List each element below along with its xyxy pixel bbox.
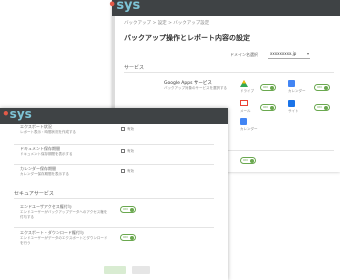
document-retention-checkbox[interactable] (121, 149, 125, 153)
calendar-retention-checkbox[interactable] (121, 169, 125, 173)
report-item-desc: レポート表示・時間状況を作成する (20, 130, 76, 134)
export-status-checkbox-label: 有効 (127, 127, 134, 131)
calendar-toggle[interactable]: ON (314, 84, 330, 91)
mail-toggle[interactable]: ON (260, 104, 276, 111)
back-topbar (112, 0, 340, 16)
service-mail: メール ON (240, 100, 280, 118)
google-drive-icon (240, 80, 248, 87)
google-calendar-icon (288, 80, 295, 87)
sites-toggle-label: ON (317, 105, 322, 109)
report-item-export-status: エクスポート状況 レポート表示・時間状況を作成する 有効 (14, 124, 224, 142)
service-sites: サイト ON (288, 100, 332, 118)
enduser-access-toggle-label: ON (123, 207, 128, 211)
report-item-title: カレンダー保存期間 (20, 166, 56, 171)
back-bottom-toggle[interactable]: ON (240, 157, 256, 164)
secure-section-title: セキュアサービス (14, 191, 54, 197)
domain-select[interactable]: xxxxxxxxx.jp ▾ (268, 50, 310, 59)
front-topbar (0, 108, 228, 124)
service-calendar-label: カレンダー (288, 89, 306, 93)
secure-item-divider (14, 227, 214, 228)
save-button[interactable] (104, 266, 126, 274)
toggle-knob (130, 236, 134, 240)
secure-divider (14, 198, 214, 199)
drive-toggle-label: ON (263, 85, 268, 89)
toggle-knob (324, 86, 328, 90)
back-logo[interactable]: •sys (108, 0, 140, 13)
domain-label: ドメイン名選択 (230, 52, 258, 57)
service-sites-label: サイト (288, 109, 299, 113)
secure-item-desc: エンドユーザーがデータのエクスポートとダウンロードを行う (20, 236, 108, 245)
secure-item-desc: エンドユーザーがバックアップデータへのアクセス権を付与する (20, 210, 108, 219)
front-logo[interactable]: •sys (2, 107, 32, 121)
report-item-desc: ドキュメント保存期間を表示する (20, 152, 73, 156)
report-item-title: エクスポート状況 (20, 124, 52, 129)
domain-select-value: xxxxxxxxx.jp (270, 51, 297, 56)
back-bottom-toggle-label: ON (243, 158, 248, 162)
calendar-toggle-label: ON (317, 85, 322, 89)
report-divider (14, 164, 214, 165)
breadcrumb-item-settings[interactable]: 設定 (158, 21, 167, 26)
export-status-checkbox[interactable] (121, 127, 125, 131)
secure-item-title: エクスポート・ダウンロード権付与 (20, 230, 84, 235)
export-download-toggle-label: ON (123, 235, 128, 239)
service-calendar: カレンダー ON (288, 80, 332, 98)
sites-toggle[interactable]: ON (314, 104, 330, 111)
page-title: バックアップ操作とレポート内容の設定 (124, 34, 250, 42)
service-calendar-2: カレンダー (240, 118, 280, 136)
report-item-calendar-retention: カレンダー保存期間 カレンダー保存期間を表示する 有効 (14, 166, 224, 184)
cancel-button[interactable] (132, 266, 150, 274)
secure-item-enduser-access: エンドユーザアクセス権付与 エンドユーザーがバックアップデータへのアクセス権を付… (14, 204, 224, 226)
google-apps-desc: バックアップ対象のサービスを選択する (164, 86, 227, 90)
export-download-toggle[interactable]: ON (120, 234, 136, 241)
service-drive-label: ドライブ (240, 89, 254, 93)
logo-dot-icon: • (2, 107, 10, 121)
report-item-desc: カレンダー保存期間を表示する (20, 172, 69, 176)
report-divider (14, 144, 214, 145)
toggle-knob (270, 106, 274, 110)
report-item-document-retention: ドキュメント保存期間 ドキュメント保存期間を表示する 有効 (14, 146, 224, 164)
service-mail-label: メール (240, 109, 251, 113)
enduser-access-toggle[interactable]: ON (120, 206, 136, 213)
chevron-down-icon: ▾ (306, 51, 309, 56)
document-retention-checkbox-label: 有効 (127, 149, 134, 153)
toggle-knob (270, 86, 274, 90)
google-sites-icon (288, 100, 295, 107)
service-calendar-2-label: カレンダー (240, 127, 258, 131)
toggle-knob (250, 159, 254, 163)
toggle-knob (324, 106, 328, 110)
secure-item-export-download: エクスポート・ダウンロード権付与 エンドユーザーがデータのエクスポートとダウンロ… (14, 230, 224, 252)
mail-toggle-label: ON (263, 105, 268, 109)
front-window: •sys エクスポート状況 レポート表示・時間状況を作成する 有効 ドキュメント… (0, 107, 228, 280)
secure-item-title: エンドユーザアクセス権付与 (20, 204, 72, 209)
breadcrumb-item-backup[interactable]: バックアップ (124, 21, 151, 26)
gmail-icon (240, 100, 248, 106)
service-drive: ドライブ ON (240, 80, 280, 98)
google-calendar-icon (240, 118, 247, 125)
drive-toggle[interactable]: ON (260, 84, 276, 91)
breadcrumb-item-backup-settings: バックアップ設定 (173, 21, 210, 26)
back-lower-divider (224, 150, 334, 151)
toggle-knob (130, 208, 134, 212)
breadcrumb: バックアップ > 設定 > バックアップ設定 (124, 20, 209, 26)
services-divider (124, 72, 334, 73)
calendar-retention-checkbox-label: 有効 (127, 169, 134, 173)
report-item-title: ドキュメント保存期間 (20, 146, 60, 151)
services-section-title: サービス (124, 65, 145, 71)
